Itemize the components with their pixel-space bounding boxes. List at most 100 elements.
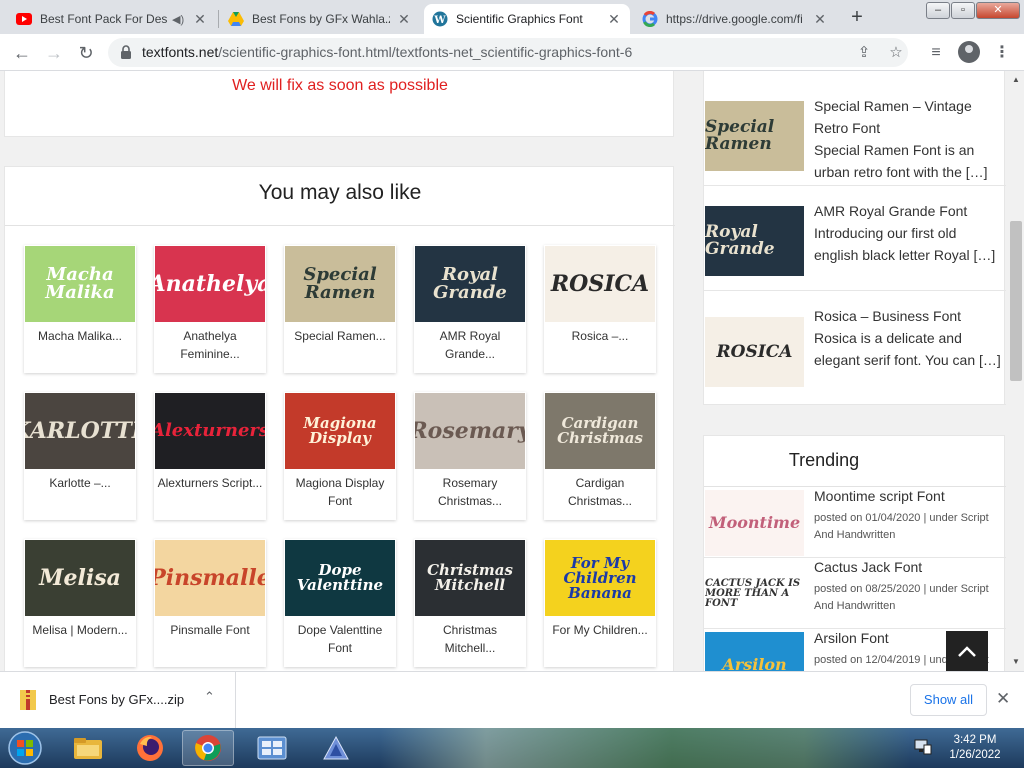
start-button-icon[interactable] xyxy=(3,728,47,768)
forward-arrow-icon[interactable]: → xyxy=(42,41,66,65)
font-preview-image[interactable]: Royal Grande xyxy=(415,246,525,322)
scroll-down-arrow-icon[interactable]: ▼ xyxy=(1012,657,1020,666)
related-font-caption[interactable]: Alexturners Script... xyxy=(156,474,264,492)
sidebar-post-text[interactable]: Special Ramen – Vintage Retro Font Specia… xyxy=(814,95,1004,183)
related-font-caption[interactable]: Rosica –... xyxy=(546,327,654,345)
page-scrollbar[interactable]: ▲ ▼ xyxy=(1008,71,1024,671)
related-font-caption[interactable]: Pinsmalle Font xyxy=(156,621,264,639)
new-tab-button[interactable]: + xyxy=(846,6,868,28)
related-font-card[interactable]: Royal Grande AMR Royal Grande... xyxy=(414,245,526,373)
related-font-caption[interactable]: AMR Royal Grande... xyxy=(416,327,524,363)
font-preview-image[interactable]: Special Ramen xyxy=(285,246,395,322)
related-font-card[interactable]: Dope Valenttine Dope Valenttine Font xyxy=(284,539,396,667)
related-font-caption[interactable]: Rosemary Christmas... xyxy=(416,474,524,510)
file-explorer-icon[interactable] xyxy=(62,730,114,766)
related-font-caption[interactable]: Macha Malika... xyxy=(26,327,134,345)
sidebar-post[interactable]: Royal Grande AMR Royal Grande Font Introdu… xyxy=(704,186,1006,291)
url-text[interactable]: textfonts.net/scientific-graphics-font.h… xyxy=(142,44,632,60)
menu-kebab-icon[interactable]: ⋮ xyxy=(990,41,1014,65)
related-font-card[interactable]: Cardigan Christmas Cardigan Christmas... xyxy=(544,392,656,520)
tab-close-icon[interactable]: ✕ xyxy=(396,11,412,27)
maximize-button[interactable]: ▫ xyxy=(951,2,975,19)
related-font-card[interactable]: Christmas Mitchell Christmas Mitchell... xyxy=(414,539,526,667)
font-preview-image[interactable]: Anathelya xyxy=(155,246,265,322)
related-font-caption[interactable]: For My Children... xyxy=(546,621,654,639)
speaker-icon[interactable]: ◀) xyxy=(172,13,186,26)
font-preview-image[interactable]: Rosemary xyxy=(415,393,525,469)
reload-icon[interactable]: ↻ xyxy=(74,41,98,65)
address-bar[interactable]: textfonts.net/scientific-graphics-font.h… xyxy=(108,38,908,67)
font-preview-image[interactable]: Cardigan Christmas xyxy=(545,393,655,469)
related-font-caption[interactable]: Dope Valenttine Font xyxy=(286,621,394,657)
related-font-caption[interactable]: Cardigan Christmas... xyxy=(546,474,654,510)
bookmark-star-icon[interactable]: ☆ xyxy=(886,43,906,63)
related-font-card[interactable]: Anathelya Anathelya Feminine... xyxy=(154,245,266,373)
tab-drive-link[interactable]: https://drive.google.com/fi ✕ xyxy=(634,4,836,34)
related-font-card[interactable]: ROSICA Rosica –... xyxy=(544,245,656,373)
trending-thumbnail[interactable]: Moontime xyxy=(705,490,804,556)
sidebar-post-text[interactable]: Rosica – Business Font Rosica is a delica… xyxy=(814,305,1004,371)
sidebar-post-title[interactable]: AMR Royal Grande Font xyxy=(814,200,1004,222)
tab-close-icon[interactable]: ✕ xyxy=(606,11,622,27)
scroll-up-arrow-icon[interactable]: ▲ xyxy=(1012,75,1020,84)
related-font-card[interactable]: Magiona Display Magiona Display Font xyxy=(284,392,396,520)
font-preview-image[interactable]: Pinsmalle xyxy=(155,540,265,616)
font-preview-image[interactable]: Magiona Display xyxy=(285,393,395,469)
trending-item[interactable]: CACTUS JACK IS MORE THAN A FONT Cactus Ja… xyxy=(704,559,1006,629)
related-font-card[interactable]: Macha Malika Macha Malika... xyxy=(24,245,136,373)
tab-close-icon[interactable]: ✕ xyxy=(812,11,828,27)
trending-thumbnail[interactable]: CACTUS JACK IS MORE THAN A FONT xyxy=(705,561,804,627)
sidebar-post-title[interactable]: Special Ramen – Vintage Retro Font xyxy=(814,95,1004,139)
related-font-card[interactable]: For My Children Banana For My Children... xyxy=(544,539,656,667)
close-icon[interactable]: ✕ xyxy=(996,689,1010,709)
minimize-button[interactable]: – xyxy=(926,2,950,19)
related-font-card[interactable]: Rosemary Rosemary Christmas... xyxy=(414,392,526,520)
font-preview-image[interactable]: KARLOTTE xyxy=(25,393,135,469)
scrollbar-thumb[interactable] xyxy=(1010,221,1022,381)
trending-thumbnail[interactable]: Arsilon xyxy=(705,632,804,671)
firefox-icon[interactable] xyxy=(124,730,176,766)
profile-avatar-icon[interactable] xyxy=(958,41,980,63)
font-preview-image[interactable]: Alexturners xyxy=(155,393,265,469)
sidebar-post-thumbnail[interactable]: Special Ramen xyxy=(705,101,804,171)
related-font-caption[interactable]: Melisa | Modern... xyxy=(26,621,134,639)
sidebar-post-text[interactable]: AMR Royal Grande Font Introducing our fir… xyxy=(814,200,1004,266)
tab-close-icon[interactable]: ✕ xyxy=(192,11,208,27)
trending-title[interactable]: Cactus Jack Font xyxy=(814,559,922,575)
tab-scientific-graphics[interactable]: W Scientific Graphics Font ✕ xyxy=(424,4,630,34)
font-viewer-icon[interactable] xyxy=(310,730,362,766)
show-all-button[interactable]: Show all xyxy=(910,684,987,716)
chevron-up-icon[interactable]: ⌃ xyxy=(204,689,215,705)
related-font-card[interactable]: Pinsmalle Pinsmalle Font xyxy=(154,539,266,667)
taskbar-clock[interactable]: 3:42 PM 1/26/2022 xyxy=(940,733,1010,763)
font-preview-image[interactable]: Dope Valenttine xyxy=(285,540,395,616)
font-preview-image[interactable]: For My Children Banana xyxy=(545,540,655,616)
sidebar-post-thumbnail[interactable]: Royal Grande xyxy=(705,206,804,276)
network-tray-icon[interactable] xyxy=(914,739,932,755)
related-font-caption[interactable]: Christmas Mitchell... xyxy=(416,621,524,657)
sidebar-post-title[interactable]: Rosica – Business Font xyxy=(814,305,1004,327)
trending-title[interactable]: Arsilon Font xyxy=(814,630,889,646)
sidebar-post[interactable]: ROSICA Rosica – Business Font Rosica is a … xyxy=(704,291,1006,405)
related-font-caption[interactable]: Magiona Display Font xyxy=(286,474,394,510)
share-icon[interactable]: ⇪ xyxy=(854,43,874,63)
related-font-card[interactable]: Alexturners Alexturners Script... xyxy=(154,392,266,520)
tab-drive-zip[interactable]: Best Fons by GFx Wahla.zip ✕ xyxy=(220,4,420,34)
related-font-caption[interactable]: Special Ramen... xyxy=(286,327,394,345)
sidebar-post-thumbnail[interactable]: ROSICA xyxy=(705,317,804,387)
chrome-icon[interactable] xyxy=(182,730,234,766)
trending-title[interactable]: Moontime script Font xyxy=(814,488,945,504)
back-arrow-icon[interactable]: ← xyxy=(10,41,34,65)
related-font-card[interactable]: Special Ramen Special Ramen... xyxy=(284,245,396,373)
control-panel-icon[interactable] xyxy=(246,730,298,766)
font-preview-image[interactable]: Macha Malika xyxy=(25,246,135,322)
sidebar-post[interactable]: Special Ramen Special Ramen – Vintage Ret… xyxy=(704,81,1006,186)
reading-list-icon[interactable]: ≡ xyxy=(924,41,948,65)
scroll-to-top-button[interactable] xyxy=(946,631,988,671)
close-window-button[interactable]: ✕ xyxy=(976,2,1020,19)
trending-item[interactable]: Moontime Moontime script Font posted on 01… xyxy=(704,488,1006,558)
font-preview-image[interactable]: Christmas Mitchell xyxy=(415,540,525,616)
related-font-caption[interactable]: Karlotte –... xyxy=(26,474,134,492)
font-preview-image[interactable]: ROSICA xyxy=(545,246,655,322)
related-font-card[interactable]: Melisa Melisa | Modern... xyxy=(24,539,136,667)
